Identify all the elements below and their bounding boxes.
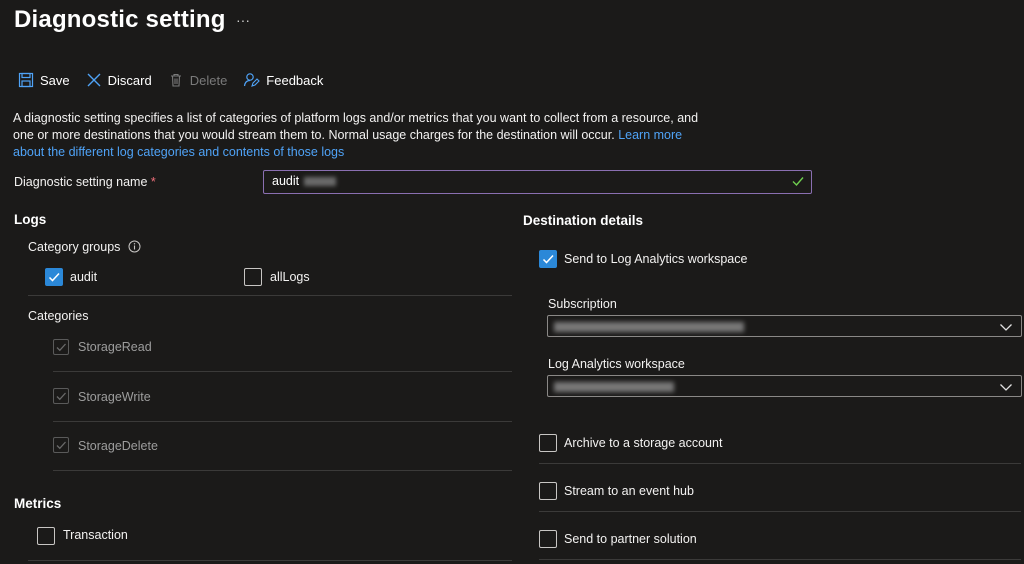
close-icon: [87, 73, 101, 87]
category-groups-label: Category groups: [28, 240, 141, 254]
page-title: Diagnostic setting: [14, 6, 226, 33]
alllogs-checkbox[interactable]: [244, 268, 262, 286]
chevron-down-icon: [1000, 384, 1012, 391]
delete-label: Delete: [189, 72, 228, 88]
check-icon: [56, 392, 66, 401]
subscription-dropdown[interactable]: [547, 315, 1022, 337]
storagewrite-label: StorageWrite: [78, 390, 151, 404]
archive-checkbox[interactable]: [539, 434, 557, 452]
divider: [539, 559, 1021, 560]
setting-name-value: audit: [272, 174, 300, 188]
event-hub-label: Stream to an event hub: [564, 484, 694, 498]
workspace-label: Log Analytics workspace: [548, 357, 685, 371]
redacted-text: [304, 177, 336, 186]
required-indicator: *: [150, 175, 156, 189]
log-analytics-label: Send to Log Analytics workspace: [564, 252, 748, 266]
delete-button[interactable]: Delete: [168, 72, 228, 88]
workspace-dropdown[interactable]: [547, 375, 1022, 397]
check-icon: [56, 441, 66, 450]
more-options-button[interactable]: ···: [236, 12, 250, 28]
storageread-checkbox[interactable]: [53, 339, 69, 355]
chevron-down-icon: [1000, 324, 1012, 331]
category-groups-text: Category groups: [28, 240, 121, 254]
discard-label: Discard: [107, 72, 152, 88]
subscription-label: Subscription: [548, 297, 617, 311]
command-bar: Save Discard Delete Feedback: [18, 68, 339, 92]
storagedelete-label: StorageDelete: [78, 439, 158, 453]
divider: [53, 371, 512, 372]
save-button[interactable]: Save: [18, 72, 70, 88]
event-hub-checkbox[interactable]: [539, 482, 557, 500]
storageread-label: StorageRead: [78, 340, 152, 354]
partner-label: Send to partner solution: [564, 532, 697, 546]
divider: [28, 295, 512, 296]
audit-checkbox[interactable]: [45, 268, 63, 286]
categories-label: Categories: [28, 309, 89, 323]
storagedelete-checkbox[interactable]: [53, 437, 69, 453]
description-text: A diagnostic setting specifies a list of…: [13, 111, 699, 142]
divider: [539, 463, 1021, 464]
setting-name-input[interactable]: audit: [263, 170, 812, 194]
check-icon: [56, 343, 66, 352]
trash-icon: [170, 73, 181, 87]
redacted-text: [554, 322, 744, 332]
partner-checkbox[interactable]: [539, 530, 557, 548]
destination-heading: Destination details: [523, 213, 644, 228]
info-icon[interactable]: [128, 240, 141, 253]
redacted-text: [554, 382, 674, 392]
feedback-label: Feedback: [266, 72, 324, 88]
feedback-icon: [244, 73, 261, 87]
check-icon: [542, 254, 554, 264]
audit-label: audit: [70, 270, 98, 284]
save-label: Save: [40, 72, 70, 88]
transaction-label: Transaction: [63, 528, 128, 542]
divider: [53, 421, 512, 422]
feedback-button[interactable]: Feedback: [243, 72, 323, 88]
save-icon: [18, 72, 34, 88]
logs-heading: Logs: [14, 212, 47, 227]
divider: [539, 511, 1021, 512]
transaction-checkbox[interactable]: [37, 527, 55, 545]
valid-check-icon: [792, 177, 804, 187]
setting-name-label: Diagnostic setting name *: [14, 175, 156, 189]
storagewrite-checkbox[interactable]: [53, 388, 69, 404]
check-icon: [48, 272, 60, 282]
description: A diagnostic setting specifies a list of…: [13, 110, 713, 161]
setting-name-label-text: Diagnostic setting name: [14, 175, 148, 189]
archive-label: Archive to a storage account: [564, 436, 723, 450]
metrics-heading: Metrics: [14, 496, 62, 511]
discard-button[interactable]: Discard: [86, 72, 152, 88]
log-analytics-checkbox[interactable]: [539, 250, 557, 268]
divider: [28, 560, 512, 561]
divider: [53, 470, 512, 471]
alllogs-label: allLogs: [270, 270, 310, 284]
